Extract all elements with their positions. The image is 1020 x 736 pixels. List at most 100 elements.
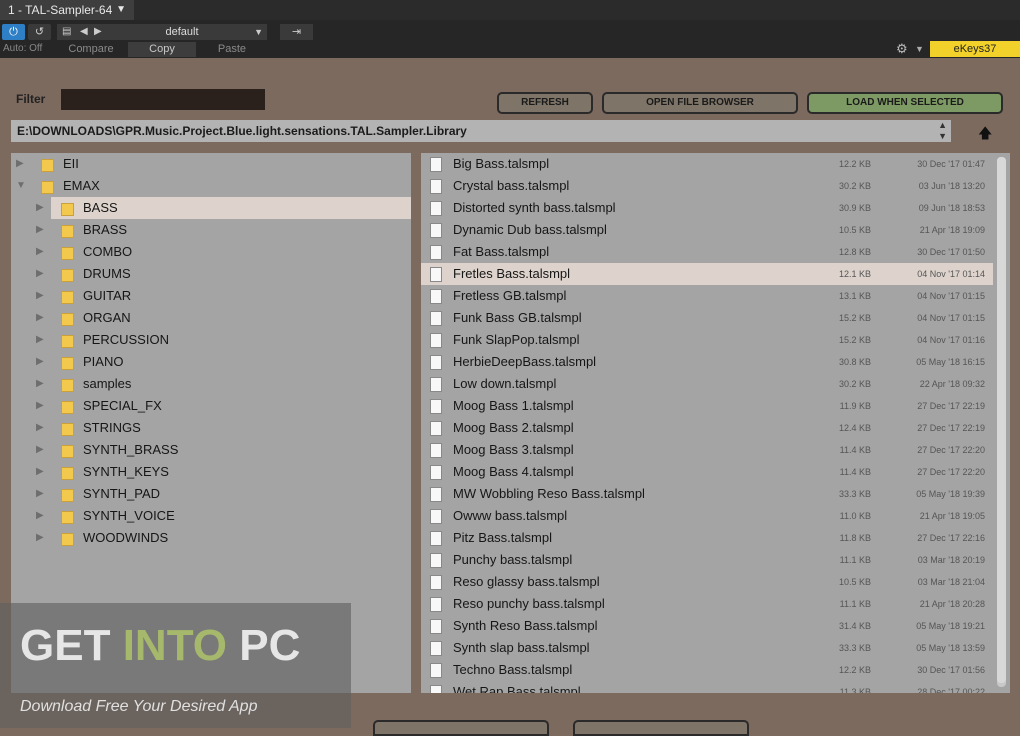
copy-button[interactable]: Copy [128, 42, 196, 57]
expand-right-icon[interactable]: ▶ [16, 153, 24, 175]
expand-right-icon[interactable]: ▶ [36, 417, 44, 439]
expand-right-icon[interactable]: ▶ [36, 285, 44, 307]
tree-item[interactable]: ▶ SYNTH_PAD [11, 483, 411, 505]
expand-right-icon[interactable]: ▶ [36, 483, 44, 505]
preset-list-icon[interactable]: ▤ [62, 24, 71, 40]
file-row[interactable]: Techno Bass.talsmpl 12.2 KB 30 Dec '17 01:… [421, 659, 993, 681]
tree-item-label: ORGAN [83, 310, 131, 325]
tree-item[interactable]: ▶ COMBO [11, 241, 411, 263]
expand-right-icon[interactable]: ▶ [36, 351, 44, 373]
updown-icon[interactable]: ▲ ▼ [938, 120, 947, 142]
power-button[interactable]: ⏻ [2, 24, 25, 40]
file-icon [430, 531, 442, 546]
tree-item[interactable]: ▶ GUITAR [11, 285, 411, 307]
expand-right-icon[interactable]: ▶ [36, 527, 44, 549]
file-date: 21 Apr '18 19:09 [919, 225, 985, 235]
file-icon [430, 641, 442, 656]
path-selector[interactable]: E:\DOWNLOADS\GPR.Music.Project.Blue.ligh… [11, 120, 951, 142]
expand-right-icon[interactable]: ▶ [36, 439, 44, 461]
plugin-instance-tab[interactable]: 1 - TAL-Sampler-64 ▼ [0, 0, 134, 20]
tree-item[interactable]: ▶ BRASS [11, 219, 411, 241]
file-size: 10.5 KB [838, 577, 871, 587]
expand-right-icon[interactable]: ▶ [36, 307, 44, 329]
tree-item[interactable]: ▶ SYNTH_KEYS [11, 461, 411, 483]
expand-right-icon[interactable]: ▶ [36, 461, 44, 483]
file-row[interactable]: MW Wobbling Reso Bass.talsmpl 33.3 KB 05 M… [421, 483, 993, 505]
tree-item[interactable]: ▶ SYNTH_BRASS [11, 439, 411, 461]
preset-selector[interactable]: ▤ ◀ ▶ default ▼ [57, 24, 267, 40]
expand-right-icon[interactable]: ▶ [36, 263, 44, 285]
current-path: E:\DOWNLOADS\GPR.Music.Project.Blue.ligh… [17, 124, 467, 138]
tree-item[interactable]: ▶ STRINGS [11, 417, 411, 439]
file-date: 27 Dec '17 22:19 [917, 401, 985, 411]
scrollbar-thumb[interactable] [997, 157, 1006, 683]
file-row[interactable]: Wet Rap Bass.talsmpl 11.3 KB 28 Dec '17 00… [421, 681, 993, 693]
file-row[interactable]: Big Bass.talsmpl 12.2 KB 30 Dec '17 01:47 [421, 153, 993, 175]
tree-item[interactable]: ▶ ORGAN [11, 307, 411, 329]
tree-item[interactable]: ▶ PIANO [11, 351, 411, 373]
file-row[interactable]: Synth slap bass.talsmpl 33.3 KB 05 May '18… [421, 637, 993, 659]
file-row[interactable]: Moog Bass 2.talsmpl 12.4 KB 27 Dec '17 22:… [421, 417, 993, 439]
file-row[interactable]: Punchy bass.talsmpl 11.1 KB 03 Mar '18 20:… [421, 549, 993, 571]
file-size: 30.2 KB [838, 181, 871, 191]
sidechain-icon[interactable]: ⇥ [280, 24, 313, 40]
file-row[interactable]: Synth Reso Bass.talsmpl 31.4 KB 05 May '18… [421, 615, 993, 637]
expand-down-icon[interactable]: ▼ [16, 175, 26, 197]
file-row[interactable]: Pitz Bass.talsmpl 11.8 KB 27 Dec '17 22:16 [421, 527, 993, 549]
file-row[interactable]: Low down.talsmpl 30.2 KB 22 Apr '18 09:32 [421, 373, 993, 395]
tree-item[interactable]: ▶ EII [11, 153, 411, 175]
expand-right-icon[interactable]: ▶ [36, 373, 44, 395]
chevron-down-icon[interactable]: ▼ [915, 42, 924, 56]
file-row[interactable]: Funk SlapPop.talsmpl 15.2 KB 04 Nov '17 01… [421, 329, 993, 351]
file-row[interactable]: HerbieDeepBass.talsmpl 30.8 KB 05 May '18 … [421, 351, 993, 373]
expand-right-icon[interactable]: ▶ [36, 197, 44, 219]
device-badge[interactable]: eKeys37 [930, 41, 1020, 57]
tree-item[interactable]: ▶ DRUMS [11, 263, 411, 285]
tree-item[interactable]: ▼ EMAX [11, 175, 411, 197]
file-row[interactable]: Reso punchy bass.talsmpl 11.1 KB 21 Apr '1… [421, 593, 993, 615]
file-row[interactable]: Fretless GB.talsmpl 13.1 KB 04 Nov '17 01:… [421, 285, 993, 307]
file-list-scrollbar[interactable] [997, 157, 1006, 687]
file-row[interactable]: Moog Bass 4.talsmpl 11.4 KB 27 Dec '17 22:… [421, 461, 993, 483]
filter-input[interactable] [61, 89, 265, 110]
previous-preset-icon[interactable]: ◀ [80, 24, 88, 40]
file-row[interactable]: Owww bass.talsmpl 11.0 KB 21 Apr '18 19:05 [421, 505, 993, 527]
chevron-down-icon[interactable]: ▼ [116, 0, 126, 20]
expand-right-icon[interactable]: ▶ [36, 505, 44, 527]
tree-item[interactable]: ▶ SYNTH_VOICE [11, 505, 411, 527]
open-file-browser-button[interactable]: OPEN FILE BROWSER [602, 92, 798, 114]
file-row[interactable]: Moog Bass 3.talsmpl 11.4 KB 27 Dec '17 22:… [421, 439, 993, 461]
compare-button[interactable]: Compare [55, 42, 127, 57]
folder-icon [41, 181, 54, 194]
file-row[interactable]: Reso glassy bass.talsmpl 10.5 KB 03 Mar '1… [421, 571, 993, 593]
bypass-icon[interactable]: ↺ [28, 24, 51, 40]
next-preset-icon[interactable]: ▶ [94, 24, 102, 40]
load-when-selected-button[interactable]: LOAD WHEN SELECTED [807, 92, 1003, 114]
chevron-down-icon[interactable]: ▼ [254, 24, 263, 40]
refresh-button[interactable]: REFRESH [497, 92, 593, 114]
expand-right-icon[interactable]: ▶ [36, 241, 44, 263]
ok-button[interactable] [573, 720, 749, 736]
expand-right-icon[interactable]: ▶ [36, 219, 44, 241]
expand-right-icon[interactable]: ▶ [36, 329, 44, 351]
tree-item[interactable]: ▶ SPECIAL_FX [11, 395, 411, 417]
tree-item[interactable]: ▶ samples [11, 373, 411, 395]
expand-right-icon[interactable]: ▶ [36, 395, 44, 417]
cancel-button[interactable] [373, 720, 549, 736]
filter-label: Filter [16, 92, 46, 106]
tree-item[interactable]: ▶ WOODWINDS [11, 527, 411, 549]
file-icon [430, 223, 442, 238]
file-row[interactable]: Distorted synth bass.talsmpl 30.9 KB 09 Ju… [421, 197, 993, 219]
file-row[interactable]: Moog Bass 1.talsmpl 11.9 KB 27 Dec '17 22:… [421, 395, 993, 417]
tree-item[interactable]: ▶ PERCUSSION [11, 329, 411, 351]
file-row[interactable]: Fretles Bass.talsmpl 12.1 KB 04 Nov '17 01… [421, 263, 993, 285]
paste-button[interactable]: Paste [197, 42, 267, 57]
file-row[interactable]: Fat Bass.talsmpl 12.8 KB 30 Dec '17 01:50 [421, 241, 993, 263]
gear-icon[interactable]: ⚙ [896, 42, 912, 56]
file-row[interactable]: Funk Bass GB.talsmpl 15.2 KB 04 Nov '17 01… [421, 307, 993, 329]
parent-folder-icon[interactable]: 🡅 [978, 123, 992, 147]
tree-item[interactable]: ▶ BASS [36, 197, 411, 219]
file-size: 30.9 KB [838, 203, 871, 213]
file-row[interactable]: Crystal bass.talsmpl 30.2 KB 03 Jun '18 13… [421, 175, 993, 197]
file-row[interactable]: Dynamic Dub bass.talsmpl 10.5 KB 21 Apr '1… [421, 219, 993, 241]
